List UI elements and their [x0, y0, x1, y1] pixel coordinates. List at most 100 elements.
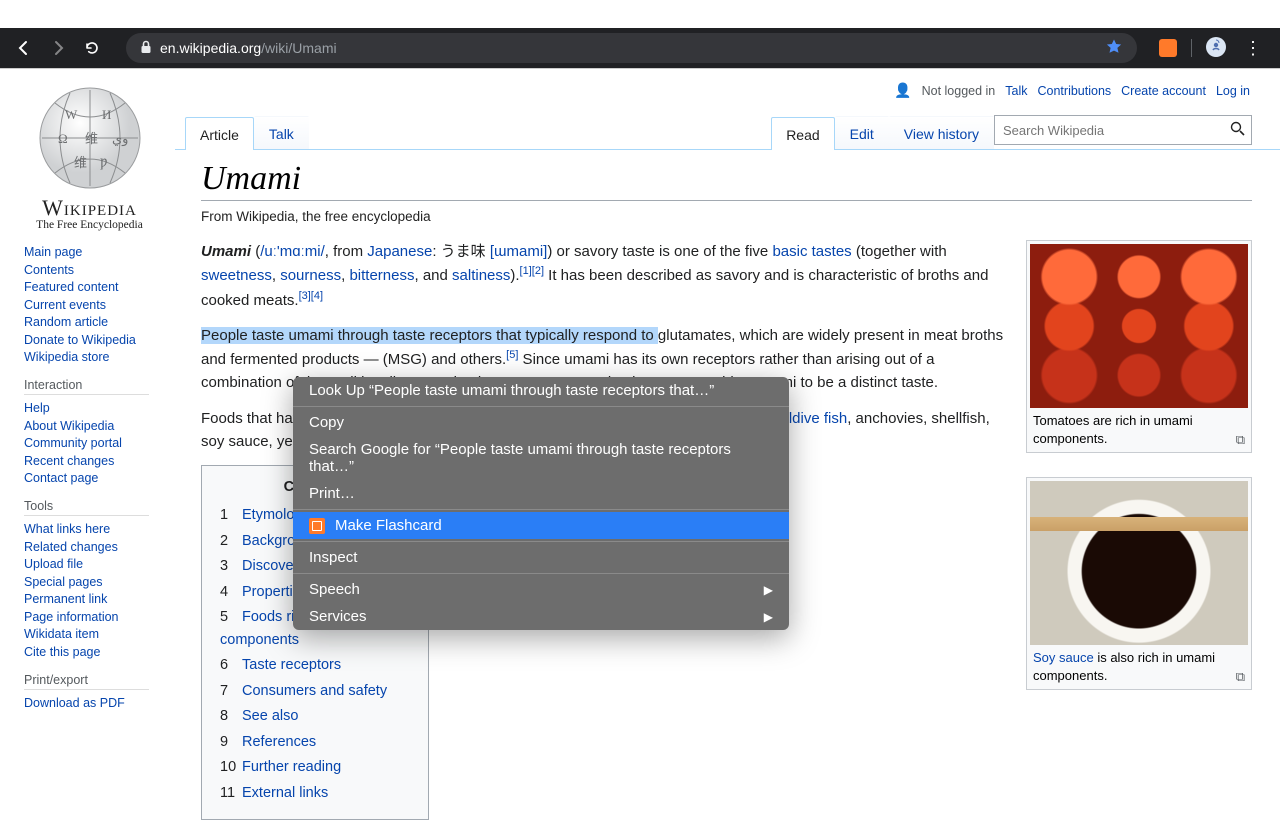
- chevron-right-icon: ▶: [764, 583, 773, 597]
- tab-edit[interactable]: Edit: [835, 116, 889, 149]
- ipa-link[interactable]: /uː'mɑːmi/: [260, 243, 325, 260]
- search-input[interactable]: [995, 123, 1223, 138]
- ctx-search-google[interactable]: Search Google for “People taste umami th…: [293, 436, 789, 480]
- sidebar-link[interactable]: Special pages: [24, 575, 103, 589]
- ref-2[interactable]: [2]: [532, 265, 544, 277]
- tab-history[interactable]: View history: [889, 116, 994, 149]
- sidebar-link[interactable]: Download as PDF: [24, 696, 125, 710]
- ctx-print[interactable]: Print…: [293, 480, 789, 507]
- bitterness-link[interactable]: bitterness: [349, 267, 414, 284]
- toc-item[interactable]: 8See also: [220, 705, 410, 727]
- create-account-link[interactable]: Create account: [1121, 84, 1206, 98]
- search-box: [994, 115, 1252, 145]
- toc-item[interactable]: 11External links: [220, 782, 410, 804]
- sidebar-link[interactable]: Donate to Wikipedia: [24, 333, 136, 347]
- sidebar-link[interactable]: Permanent link: [24, 592, 107, 606]
- japanese-link[interactable]: Japanese: [367, 243, 432, 260]
- tab-talk[interactable]: Talk: [254, 116, 309, 149]
- sidebar-link[interactable]: Page information: [24, 610, 119, 624]
- not-logged-in-label: Not logged in: [922, 84, 996, 98]
- sidebar-link[interactable]: Community portal: [24, 436, 122, 450]
- separator: [1191, 39, 1192, 57]
- thumb-soy: ⧉ Soy sauce is also rich in umami compon…: [1026, 477, 1252, 690]
- sidebar-link[interactable]: About Wikipedia: [24, 419, 114, 433]
- soy-sauce-image[interactable]: [1030, 481, 1248, 645]
- tab-article[interactable]: Article: [185, 117, 254, 150]
- address-bar[interactable]: en.wikipedia.org/wiki/Umami: [126, 33, 1137, 63]
- extension-flashcard-icon[interactable]: [1159, 39, 1177, 57]
- sidebar-link[interactable]: Main page: [24, 245, 82, 259]
- saltiness-link[interactable]: saltiness: [452, 267, 510, 284]
- sidebar-link[interactable]: Wikidata item: [24, 627, 99, 641]
- login-link[interactable]: Log in: [1216, 84, 1250, 98]
- url-path: /wiki/Umami: [261, 40, 336, 56]
- search-icon[interactable]: [1223, 121, 1251, 139]
- sidebar-heading: Interaction: [24, 378, 149, 395]
- sidebar-heading: Print/export: [24, 673, 149, 690]
- sidebar-link[interactable]: Recent changes: [24, 454, 114, 468]
- sourness-link[interactable]: sourness: [280, 267, 341, 284]
- lock-icon: [140, 40, 152, 57]
- sidebar-link[interactable]: Random article: [24, 315, 108, 329]
- sidebar-heading: Tools: [24, 499, 149, 516]
- ref-4[interactable]: [4]: [311, 290, 323, 302]
- toc-item[interactable]: 6Taste receptors: [220, 654, 410, 676]
- forward-button[interactable]: [44, 34, 72, 62]
- user-icon: 👤: [894, 82, 911, 99]
- sidebar-link[interactable]: Featured content: [24, 280, 119, 294]
- ctx-inspect[interactable]: Inspect: [293, 544, 789, 571]
- chevron-right-icon: ▶: [764, 610, 773, 624]
- page-title: Umami: [201, 160, 1252, 201]
- enlarge-icon[interactable]: ⧉: [1236, 432, 1245, 448]
- toc-item[interactable]: 9References: [220, 731, 410, 753]
- thumb-caption: Tomatoes are rich in umami components.: [1030, 408, 1248, 449]
- page-tabs: Article Talk Read Edit View history: [175, 109, 1280, 149]
- profile-avatar-icon[interactable]: [1206, 37, 1226, 60]
- wikipedia-logo[interactable]: WИ Ω维وي 维Ƿ Wikipedia The Free Encycloped…: [14, 83, 165, 231]
- infobox: ⧉ Tomatoes are rich in umami components.…: [1026, 240, 1252, 820]
- talk-link[interactable]: Talk: [1005, 84, 1027, 98]
- sidebar-link[interactable]: What links here: [24, 522, 110, 536]
- selected-text: People taste umami through taste recepto…: [201, 327, 658, 344]
- ref-3[interactable]: [3]: [299, 290, 311, 302]
- sidebar-link[interactable]: Cite this page: [24, 645, 100, 659]
- sidebar-link[interactable]: Current events: [24, 298, 106, 312]
- logo-wordmark: Wikipedia: [14, 195, 165, 221]
- back-button[interactable]: [10, 34, 38, 62]
- globe-icon: WИ Ω维وي 维Ƿ: [30, 83, 150, 193]
- reload-button[interactable]: [78, 34, 106, 62]
- svg-text:Ƿ: Ƿ: [100, 155, 107, 170]
- tab-read[interactable]: Read: [771, 117, 834, 150]
- sidebar: WИ Ω维وي 维Ƿ Wikipedia The Free Encycloped…: [0, 69, 175, 800]
- sidebar-link[interactable]: Contents: [24, 263, 74, 277]
- sidebar-link[interactable]: Upload file: [24, 557, 83, 571]
- ref-5[interactable]: [5]: [506, 349, 518, 361]
- basic-tastes-link[interactable]: basic tastes: [772, 243, 851, 260]
- svg-text:Ω: Ω: [58, 131, 68, 146]
- sweetness-link[interactable]: sweetness: [201, 267, 272, 284]
- tomato-image[interactable]: [1030, 244, 1248, 408]
- kebab-menu-icon[interactable]: ⋮: [1240, 39, 1266, 57]
- ctx-lookup[interactable]: Look Up “People taste umami through tast…: [293, 377, 789, 404]
- ctx-speech[interactable]: Speech▶: [293, 576, 789, 603]
- bookmark-star-icon[interactable]: [1105, 38, 1123, 59]
- browser-toolbar: en.wikipedia.org/wiki/Umami ⋮: [0, 28, 1280, 68]
- ctx-copy[interactable]: Copy: [293, 409, 789, 436]
- flashcard-icon: [309, 518, 325, 534]
- romanization-link[interactable]: [ɯmami]: [490, 243, 548, 260]
- toc-item[interactable]: 10Further reading: [220, 756, 410, 778]
- context-menu: Look Up “People taste umami through tast…: [293, 377, 789, 630]
- toc-item[interactable]: 7Consumers and safety: [220, 680, 410, 702]
- sidebar-link[interactable]: Wikipedia store: [24, 350, 109, 364]
- ctx-services[interactable]: Services▶: [293, 603, 789, 630]
- page-subtitle: From Wikipedia, the free encyclopedia: [201, 209, 1252, 224]
- ctx-make-flashcard[interactable]: Make Flashcard: [293, 512, 789, 539]
- sidebar-link[interactable]: Related changes: [24, 540, 118, 554]
- sidebar-link[interactable]: Contact page: [24, 471, 98, 485]
- contributions-link[interactable]: Contributions: [1038, 84, 1112, 98]
- thumb-tomatoes: ⧉ Tomatoes are rich in umami components.: [1026, 240, 1252, 453]
- ref-1[interactable]: [1]: [520, 265, 532, 277]
- enlarge-icon[interactable]: ⧉: [1236, 669, 1245, 685]
- soy-sauce-link[interactable]: Soy sauce: [1033, 650, 1094, 665]
- sidebar-link[interactable]: Help: [24, 401, 50, 415]
